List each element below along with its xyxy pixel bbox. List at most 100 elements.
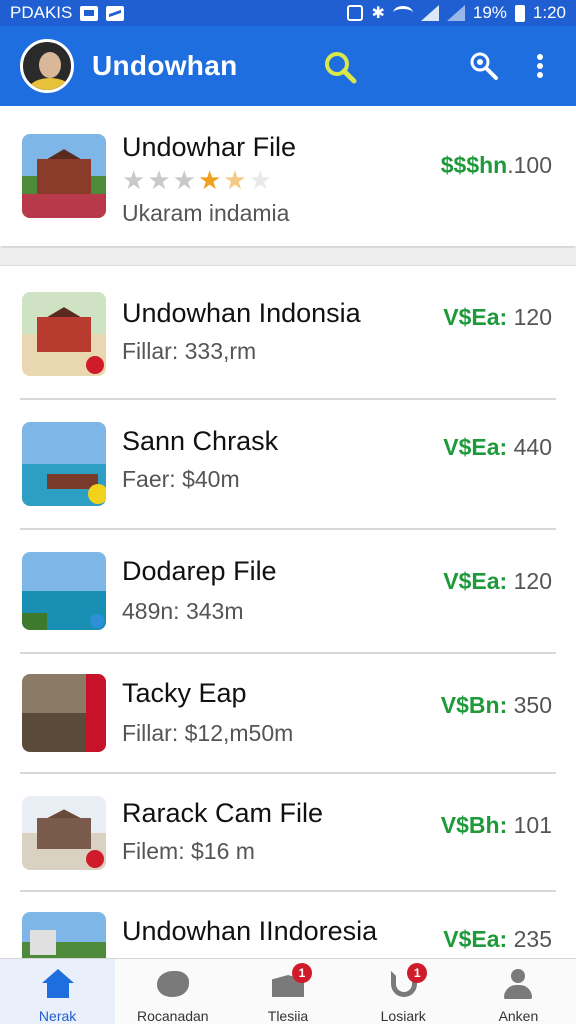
item-title: Rarack Cam File [122, 798, 324, 828]
item-subtitle: 489n: 343m [122, 598, 244, 624]
list-item[interactable]: Rarack Cam File Filem: $16 m V$Bh: 101 [0, 782, 576, 890]
price-value: 235 [507, 926, 552, 952]
search-icon[interactable] [322, 49, 358, 85]
nav-label: Nerak [38, 1008, 77, 1024]
badge-dot [86, 850, 104, 868]
item-price: V$Bn: 350 [441, 692, 552, 719]
item-subtitle: Faer: $40m [122, 466, 240, 492]
nav-label: Losiark [380, 1008, 426, 1024]
home-icon [40, 967, 76, 1000]
mail-icon: 1 [270, 963, 312, 1000]
star-icon: ★ [147, 165, 171, 195]
avatar[interactable] [20, 39, 74, 93]
row-divider [20, 398, 556, 400]
nfc-icon [347, 5, 364, 21]
item-title: Dodarep File [122, 556, 277, 586]
carrier-label: PDAKIS [10, 3, 73, 22]
item-subtitle: Fillar: 333,rm [122, 338, 257, 364]
price-label: V$Ea: [443, 434, 508, 460]
item-thumbnail [22, 796, 106, 870]
price-label: V$Ea: [443, 304, 508, 330]
battery-icon [514, 4, 525, 22]
price-value: 350 [507, 692, 552, 718]
item-price: V$Ea: 120 [443, 304, 552, 331]
item-thumbnail [22, 674, 106, 752]
item-thumbnail [22, 552, 106, 630]
notification-badge: 1 [407, 963, 428, 983]
more-options-icon[interactable] [530, 51, 550, 81]
price-label: V$Ea: [443, 926, 508, 952]
item-price: V$Bh: 101 [441, 812, 552, 839]
price-value: 120 [507, 568, 552, 594]
item-title: Tacky Eap [122, 678, 247, 708]
item-title: Undowhan IIndoresia [122, 916, 378, 946]
nav-item-chat[interactable]: Rocanadan [115, 959, 230, 1024]
star-half-icon: ★ [223, 165, 247, 195]
nav-label: Tlesiia [267, 1008, 309, 1024]
image-notification-icon [106, 5, 125, 21]
price-value: 101 [507, 812, 552, 838]
item-thumbnail [22, 292, 106, 376]
list-item[interactable]: Undowhan Indonsia Fillar: 333,rm V$Ea: 1… [0, 280, 576, 398]
list-item[interactable]: Undowhan IIndoresia V$Ea: 235 [0, 900, 576, 958]
row-divider [20, 890, 556, 892]
nav-item-profile[interactable]: Anken [461, 959, 576, 1024]
item-title: Undowhan Indonsia [122, 298, 361, 328]
item-price: V$Ea: 120 [443, 568, 552, 595]
notification-badge: 1 [292, 963, 312, 983]
star-icon: ★ [248, 165, 272, 195]
item-thumbnail [22, 422, 106, 506]
price-value: .100 [507, 152, 552, 178]
row-divider [20, 652, 556, 654]
status-bar: PDAKIS ✱ 19% 1:20 [0, 0, 576, 26]
item-price: V$Ea: 235 [443, 926, 552, 953]
nav-item-mail[interactable]: 1 Tlesiia [230, 959, 345, 1024]
voice-search-icon[interactable] [468, 50, 500, 82]
item-title: Sann Chrask [122, 426, 279, 456]
rating-stars: ★ ★ ★ ★ ★ ★ [122, 166, 272, 194]
bottom-nav: Nerak Rocanadan 1 Tlesiia 1 Losiark Anke… [0, 958, 576, 1024]
battery-percent: 19% [472, 3, 507, 22]
nav-item-home[interactable]: Nerak [0, 959, 116, 1024]
item-subtitle: Filem: $16 m [122, 838, 255, 864]
app-title: Undowhan [92, 50, 238, 81]
price-value: 120 [507, 304, 552, 330]
featured-price: $$$hn.100 [441, 152, 552, 179]
chat-icon [155, 967, 191, 1000]
list-item[interactable]: Tacky Eap Fillar: $12,m50m V$Bn: 350 [0, 662, 576, 772]
star-icon: ★ [197, 165, 222, 195]
item-price: V$Ea: 440 [443, 434, 552, 461]
nav-label: Rocanadan [136, 1008, 209, 1024]
item-thumbnail [22, 912, 106, 958]
wifi-icon [392, 6, 413, 20]
nav-item-phone[interactable]: 1 Losiark [346, 959, 461, 1024]
badge-dot [88, 484, 106, 504]
star-icon: ★ [172, 165, 196, 195]
badge-dot [86, 356, 104, 374]
bluetooth-icon: ✱ [371, 5, 385, 22]
app-bar: Undowhan [0, 26, 576, 106]
price-label: V$Ea: [443, 568, 508, 594]
item-subtitle: Fillar: $12,m50m [122, 720, 294, 746]
signal-secondary-icon [446, 5, 465, 21]
user-icon [500, 967, 536, 1000]
badge-dot [90, 614, 104, 628]
price-label: V$Bh: [440, 812, 508, 838]
list-item[interactable]: Sann Chrask Faer: $40m V$Ea: 440 [0, 410, 576, 528]
phone-icon: 1 [385, 963, 428, 1000]
nav-label: Anken [498, 1008, 539, 1024]
featured-thumbnail [22, 134, 106, 218]
price-value: 440 [507, 434, 552, 460]
section-divider [0, 248, 576, 266]
list-item[interactable]: Dodarep File 489n: 343m V$Ea: 120 [0, 540, 576, 652]
notification-icon [80, 5, 99, 21]
featured-subtitle: Ukaram indamia [122, 200, 290, 226]
signal-icon [420, 5, 439, 21]
price-label: V$Bn: [440, 692, 508, 718]
row-divider [20, 528, 556, 530]
badge-strip [86, 674, 106, 752]
star-icon: ★ [122, 165, 146, 195]
featured-title: Undowhar File [122, 132, 297, 162]
clock: 1:20 [532, 3, 566, 22]
row-divider [20, 772, 556, 774]
